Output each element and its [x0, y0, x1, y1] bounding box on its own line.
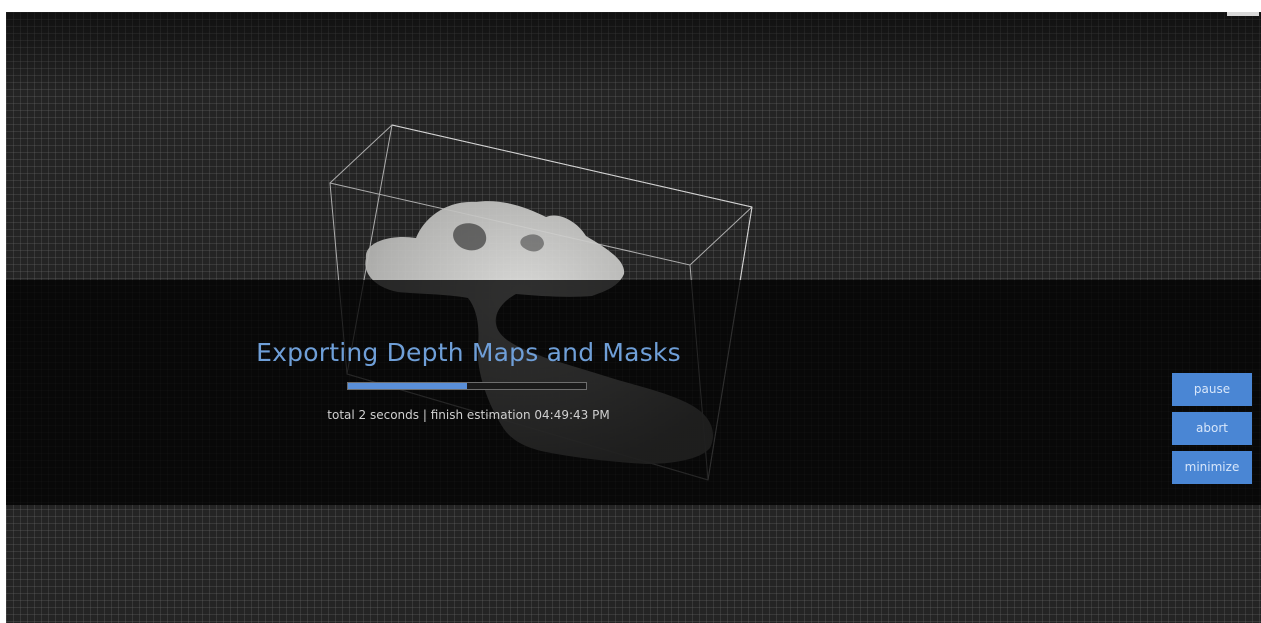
progress-bar: [347, 382, 587, 390]
progress-status: total 2 seconds | finish estimation 04:4…: [327, 408, 610, 422]
progress-title: Exporting Depth Maps and Masks: [256, 338, 681, 367]
progress-bar-fill: [348, 383, 467, 389]
3d-viewport[interactable]: Exporting Depth Maps and Masks total 2 s…: [6, 12, 1261, 623]
pause-button[interactable]: pause: [1172, 373, 1252, 406]
minimize-button[interactable]: minimize: [1172, 451, 1252, 484]
progress-overlay: [6, 280, 1261, 505]
abort-button[interactable]: abort: [1172, 412, 1252, 445]
